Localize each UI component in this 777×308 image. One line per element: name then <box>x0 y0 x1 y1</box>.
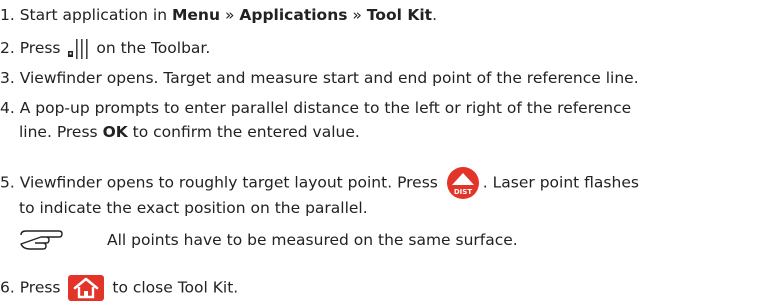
separator: » <box>220 6 240 24</box>
step-3-text: 3. Viewfinder opens. Target and measure … <box>0 69 639 87</box>
pointing-hand-icon <box>19 227 65 253</box>
menu-label: Menu <box>172 6 221 24</box>
step-6-prefix: 6. Press <box>0 278 66 297</box>
separator: » <box>347 6 367 24</box>
dist-button-icon: DIST <box>446 166 480 200</box>
step-5-continued: to indicate the exact position on the pa… <box>19 197 368 219</box>
step-5-line-1a: 5. Viewfinder opens to roughly target la… <box>0 173 443 192</box>
step-1: 1. Start application in Menu » Applicati… <box>0 4 437 26</box>
applications-label: Applications <box>239 6 348 24</box>
step-4-line-1: 4. A pop-up prompts to enter parallel di… <box>0 99 632 117</box>
step-4-continued: line. Press OK to confirm the entered va… <box>19 121 360 143</box>
step-1-text: 1. Start application in <box>0 6 172 24</box>
dist-label: DIST <box>454 188 472 196</box>
step-5-line-2: to indicate the exact position on the pa… <box>19 199 368 217</box>
step-5-line-1b: . Laser point flashes <box>482 173 639 192</box>
step-2-prefix: 2. Press <box>0 39 66 57</box>
note-text: All points have to be measured on the sa… <box>107 231 518 249</box>
step-3: 3. Viewfinder opens. Target and measure … <box>0 67 639 89</box>
home-button-icon <box>68 275 105 301</box>
step-4: 4. A pop-up prompts to enter parallel di… <box>0 97 631 119</box>
step-2: 2. Press on the Toolbar. <box>0 37 210 60</box>
parallel-lines-toolbar-icon <box>67 38 89 60</box>
step-5: 5. Viewfinder opens to roughly target la… <box>0 166 639 200</box>
tool-kit-label: Tool Kit <box>366 6 433 24</box>
step-4-line-2a: line. Press <box>19 123 103 141</box>
ok-label: OK <box>102 123 128 141</box>
step-2-suffix: on the Toolbar. <box>91 39 211 57</box>
step-1-end: . <box>432 6 437 24</box>
step-6: 6. Press to close Tool Kit. <box>0 275 238 301</box>
step-4-line-2b: to confirm the entered value. <box>127 123 360 141</box>
step-6-suffix: to close Tool Kit. <box>107 278 239 297</box>
